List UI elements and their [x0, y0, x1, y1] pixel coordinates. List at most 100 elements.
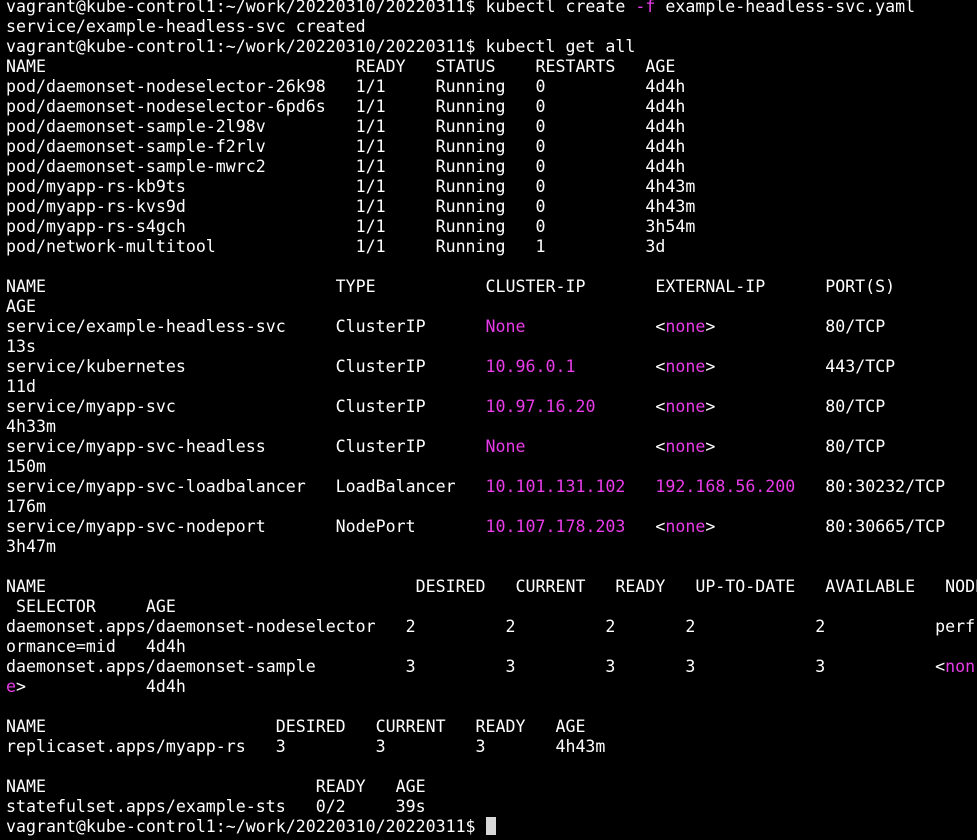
highlighted-text: non — [945, 657, 976, 676]
terminal-text: > 4d4h — [16, 677, 186, 696]
terminal-text: service/myapp-svc ClusterIP — [6, 397, 486, 416]
terminal-text: 13s — [6, 337, 36, 356]
terminal-text: 150m — [6, 457, 46, 476]
highlighted-text: 10.97.16.20 — [485, 397, 596, 416]
terminal-line: replicaset.apps/myapp-rs 3 3 3 4h43m — [6, 737, 977, 757]
terminal-text: > 443/TCP — [705, 357, 896, 376]
terminal-text: pod/daemonset-sample-mwrc2 1/1 Running 0… — [6, 157, 686, 176]
terminal-line: NAME READY AGE — [6, 777, 977, 797]
terminal-text: service/myapp-svc-headless ClusterIP — [6, 437, 486, 456]
terminal-line: pod/daemonset-sample-mwrc2 1/1 Running 0… — [6, 157, 977, 177]
terminal-text: NAME TYPE CLUSTER-IP EXTERNAL-IP PORT(S) — [6, 277, 896, 296]
terminal-text: 4h33m — [6, 417, 56, 436]
terminal-line: 176m — [6, 497, 977, 517]
terminal-text: daemonset.apps/daemonset-sample 3 3 3 3 … — [6, 657, 946, 676]
terminal-line: vagrant@kube-control1:~/work/20220310/20… — [6, 37, 977, 57]
terminal-line: pod/daemonset-sample-f2rlv 1/1 Running 0… — [6, 137, 977, 157]
highlighted-text: none — [665, 517, 706, 536]
terminal-text: NAME DESIRED CURRENT READY AGE — [6, 717, 586, 736]
terminal-text: pod/myapp-rs-s4gch 1/1 Running 0 3h54m — [6, 217, 696, 236]
terminal-line: 11d — [6, 377, 977, 397]
highlighted-text: 192.168.56.200 — [655, 477, 796, 496]
highlighted-text: 10.107.178.203 — [485, 517, 626, 536]
highlighted-text: 10.101.131.102 — [485, 477, 626, 496]
terminal-text: service/example-headless-svc ClusterIP — [6, 317, 486, 336]
terminal-line: AGE — [6, 297, 977, 317]
terminal-text: daemonset.apps/daemonset-nodeselector 2 … — [6, 617, 976, 636]
terminal-text: SELECTOR AGE — [6, 597, 176, 616]
terminal-line: pod/myapp-rs-kvs9d 1/1 Running 0 4h43m — [6, 197, 977, 217]
terminal-line: service/example-headless-svc created — [6, 17, 977, 37]
terminal-text: 11d — [6, 377, 36, 396]
highlighted-text: none — [665, 317, 706, 336]
terminal-line: service/example-headless-svc ClusterIP N… — [6, 317, 977, 337]
terminal-text: service/myapp-svc-loadbalancer LoadBalan… — [6, 477, 486, 496]
terminal-line: 4h33m — [6, 417, 977, 437]
terminal-text: NAME READY AGE — [6, 777, 426, 796]
terminal-text: pod/myapp-rs-kb9ts 1/1 Running 0 4h43m — [6, 177, 696, 196]
terminal-text: > 80/TCP — [705, 317, 886, 336]
command-flag: -f — [635, 0, 656, 16]
terminal-text: vagrant@kube-control1:~/work/20220310/20… — [6, 0, 636, 16]
terminal-line: NAME DESIRED CURRENT READY AGE — [6, 717, 977, 737]
terminal-text: service/kubernetes ClusterIP — [6, 357, 486, 376]
terminal-line: 13s — [6, 337, 977, 357]
highlighted-text: none — [665, 397, 706, 416]
terminal-line: service/kubernetes ClusterIP 10.96.0.1 <… — [6, 357, 977, 377]
terminal-line: service/myapp-svc-nodeport NodePort 10.1… — [6, 517, 977, 537]
terminal-text: < — [625, 517, 666, 536]
terminal-text: vagrant@kube-control1:~/work/20220310/20… — [6, 37, 636, 56]
terminal-output[interactable]: vagrant@kube-control1:~/work/20220310/20… — [6, 0, 977, 840]
terminal-text: service/example-headless-svc created — [6, 17, 366, 36]
terminal-text: pod/daemonset-nodeselector-26k98 1/1 Run… — [6, 77, 686, 96]
terminal-text: > 80/TCP — [705, 437, 886, 456]
highlighted-text: None — [485, 317, 526, 336]
terminal-line: daemonset.apps/daemonset-sample 3 3 3 3 … — [6, 657, 977, 677]
terminal-text: pod/daemonset-sample-f2rlv 1/1 Running 0… — [6, 137, 686, 156]
terminal-line: ormance=mid 4d4h — [6, 637, 977, 657]
terminal-text: < — [525, 437, 666, 456]
terminal-text: pod/myapp-rs-kvs9d 1/1 Running 0 4h43m — [6, 197, 696, 216]
terminal-text: AGE — [6, 297, 36, 316]
terminal-text: ormance=mid 4d4h — [6, 637, 186, 656]
terminal-line: pod/daemonset-sample-2l98v 1/1 Running 0… — [6, 117, 977, 137]
highlighted-text: 10.96.0.1 — [485, 357, 576, 376]
terminal-text: pod/daemonset-sample-2l98v 1/1 Running 0… — [6, 117, 686, 136]
terminal-text: < — [525, 317, 666, 336]
terminal-line: service/myapp-svc ClusterIP 10.97.16.20 … — [6, 397, 977, 417]
terminal-line: service/myapp-svc-headless ClusterIP Non… — [6, 437, 977, 457]
terminal-text: pod/network-multitool 1/1 Running 1 3d — [6, 237, 666, 256]
terminal-line: pod/network-multitool 1/1 Running 1 3d — [6, 237, 977, 257]
terminal-line: 150m — [6, 457, 977, 477]
highlighted-text: none — [665, 357, 706, 376]
terminal-line: vagrant@kube-control1:~/work/20220310/20… — [6, 0, 977, 17]
terminal-text: 176m — [6, 497, 46, 516]
highlighted-text: none — [665, 437, 706, 456]
highlighted-text: None — [485, 437, 526, 456]
terminal-line: NAME TYPE CLUSTER-IP EXTERNAL-IP PORT(S) — [6, 277, 977, 297]
terminal-line: e> 4d4h — [6, 677, 977, 697]
terminal-text: example-headless-svc.yaml — [655, 0, 916, 16]
terminal-text: NAME READY STATUS RESTARTS AGE — [6, 57, 676, 76]
terminal-line: NAME DESIRED CURRENT READY UP-TO-DATE AV… — [6, 577, 977, 597]
terminal-line: pod/myapp-rs-kb9ts 1/1 Running 0 4h43m — [6, 177, 977, 197]
terminal-text: service/myapp-svc-nodeport NodePort — [6, 517, 486, 536]
terminal-text: > 80/TCP — [705, 397, 886, 416]
cursor-block[interactable] — [485, 817, 496, 835]
highlighted-text: e — [6, 677, 16, 696]
terminal-line: service/myapp-svc-loadbalancer LoadBalan… — [6, 477, 977, 497]
terminal-text: 80:30232/TCP — [795, 477, 946, 496]
terminal-text: < — [575, 357, 666, 376]
terminal-line: pod/daemonset-nodeselector-6pd6s 1/1 Run… — [6, 97, 977, 117]
terminal-text: NAME DESIRED CURRENT READY UP-TO-DATE AV… — [6, 577, 977, 596]
terminal-text: pod/daemonset-nodeselector-6pd6s 1/1 Run… — [6, 97, 686, 116]
terminal-line: vagrant@kube-control1:~/work/20220310/20… — [6, 817, 977, 837]
terminal-line: statefulset.apps/example-sts 0/2 39s — [6, 797, 977, 817]
terminal-text: 3h47m — [6, 537, 56, 556]
terminal-line: pod/myapp-rs-s4gch 1/1 Running 0 3h54m — [6, 217, 977, 237]
terminal-text: < — [595, 397, 666, 416]
